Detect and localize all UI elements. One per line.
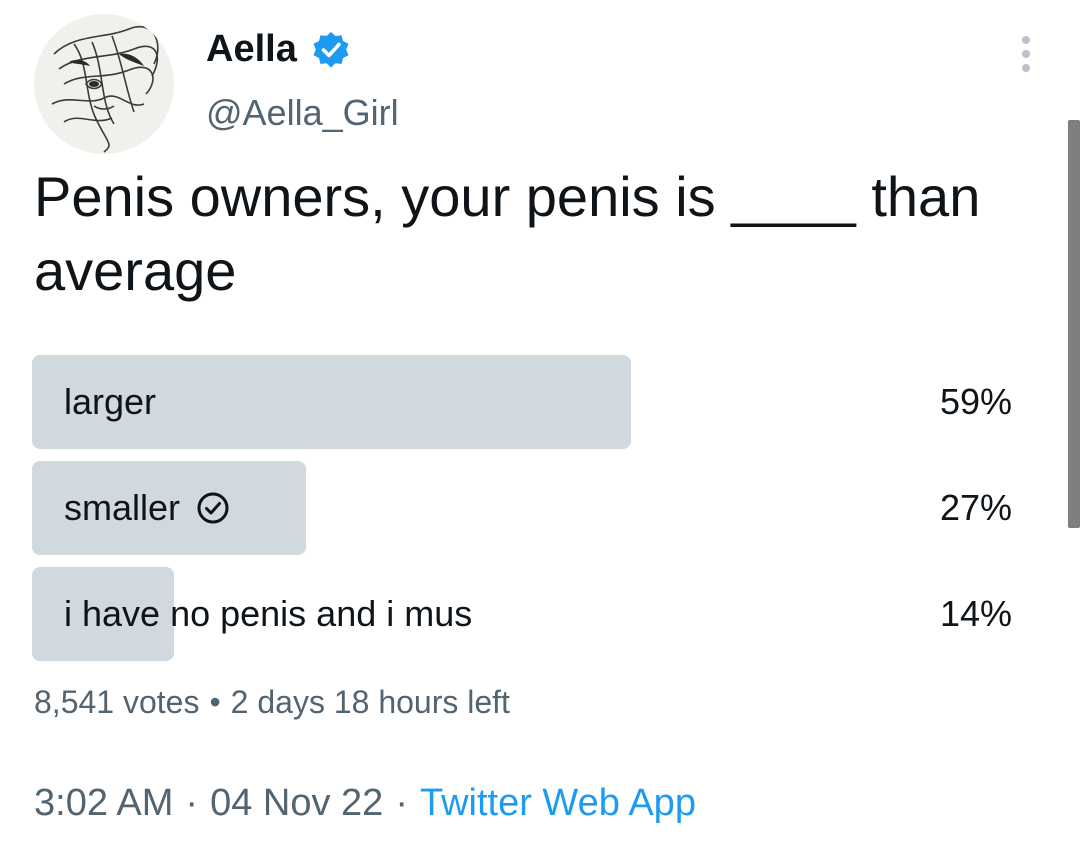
footer-separator: ·	[185, 782, 199, 824]
poll-option[interactable]: smaller 27%	[32, 461, 1012, 555]
tweet-footer: 3:02 AM · 04 Nov 22 · Twitter Web App	[34, 782, 696, 825]
poll-time-left: 2 days 18 hours left	[230, 684, 510, 720]
verified-badge-icon	[313, 31, 349, 67]
sketch-portrait-avatar	[34, 14, 174, 154]
poll-option-label: i have no penis and i mus	[64, 593, 473, 634]
tweet-text: Penis owners, your penis is ____ than av…	[34, 165, 981, 302]
more-vertical-icon[interactable]	[1016, 36, 1036, 72]
poll-meta-separator: •	[209, 684, 221, 720]
poll-option[interactable]: i have no penis and i mus 14%	[32, 567, 1012, 661]
footer-separator: ·	[395, 782, 408, 824]
scrollbar-thumb[interactable]	[1068, 120, 1080, 528]
poll-option-percent: 59%	[939, 381, 1012, 422]
check-circle-icon	[197, 492, 229, 524]
avatar[interactable]	[34, 14, 174, 154]
display-name[interactable]: Aella	[206, 28, 297, 71]
poll-option-label: smaller	[64, 487, 181, 528]
tweet-source-link[interactable]: Twitter Web App	[420, 782, 696, 824]
poll-option-label: larger	[64, 381, 157, 422]
author-name-row[interactable]: Aella	[206, 28, 351, 71]
poll-meta: 8,541 votes • 2 days 18 hours left	[34, 684, 510, 721]
poll-vote-count: 8,541 votes	[34, 684, 200, 720]
tweet-date[interactable]: 04 Nov 22	[210, 782, 383, 824]
poll-option-percent: 27%	[939, 487, 1012, 528]
author-handle[interactable]: @Aella_Girl	[206, 92, 399, 134]
poll-option-percent: 14%	[939, 593, 1012, 634]
tweet-time[interactable]: 3:02 AM	[34, 782, 173, 824]
poll-option[interactable]: larger 59%	[32, 355, 1012, 449]
